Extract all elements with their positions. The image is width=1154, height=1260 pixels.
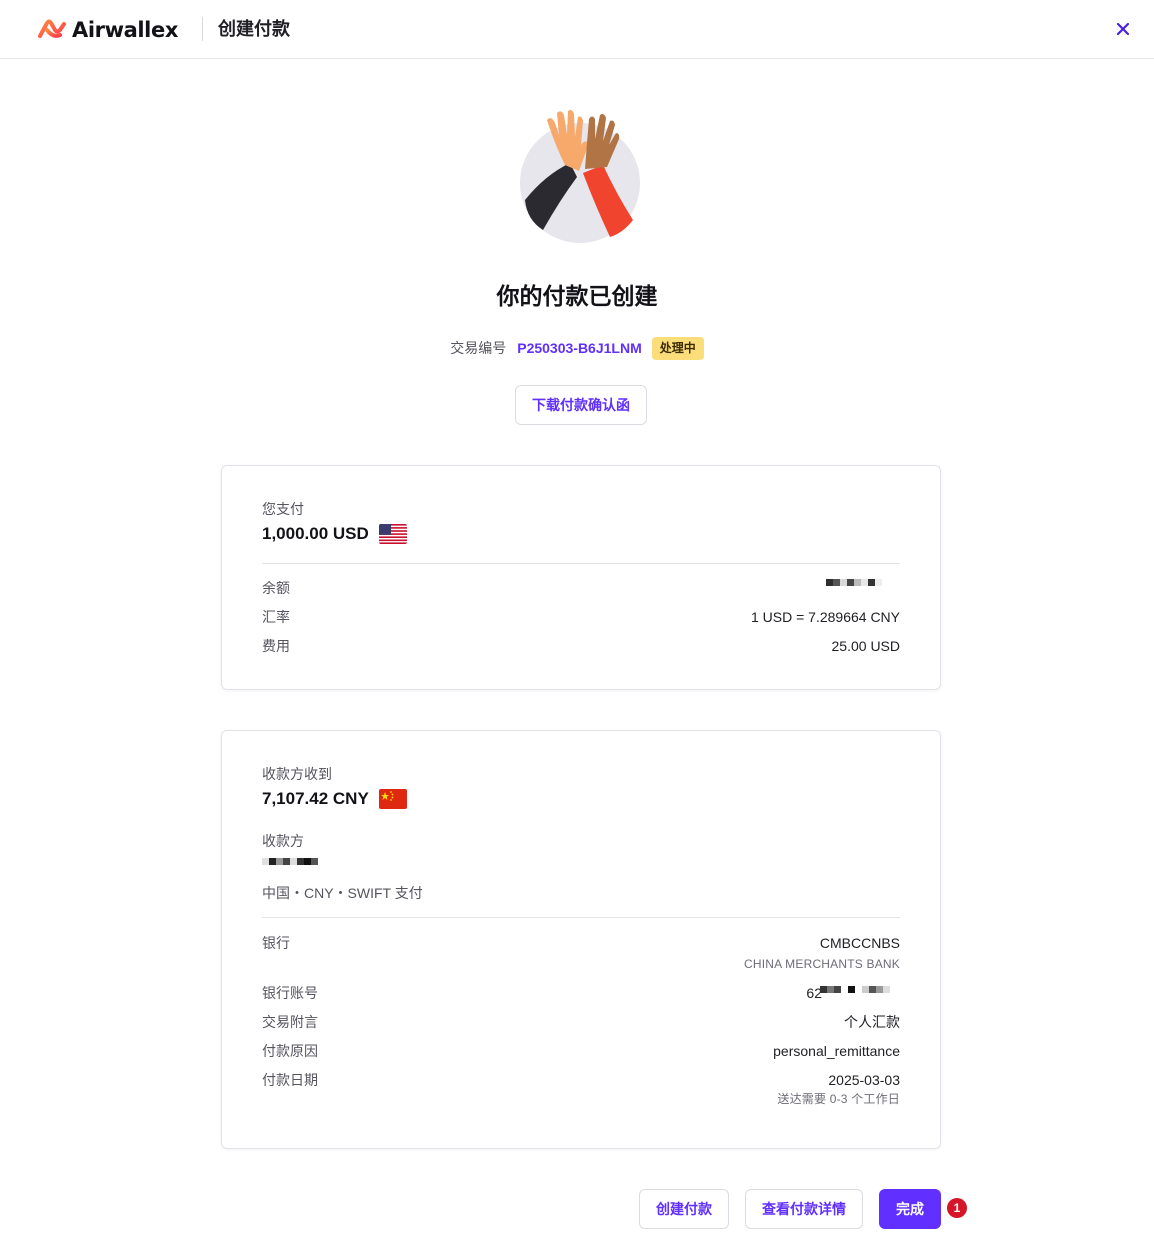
app-header: Airwallex 创建付款	[0, 0, 1154, 59]
page-title: 创建付款	[218, 19, 290, 39]
recipient-amount: 7,107.42 CNY	[262, 789, 369, 808]
exchange-rate-value: 1 USD = 7.289664 CNY	[750, 609, 900, 625]
view-payment-details-button[interactable]: 查看付款详情	[745, 1189, 863, 1229]
balance-value-redacted	[826, 579, 896, 593]
memo-value: 个人汇款	[844, 1014, 900, 1030]
fee-label: 费用	[262, 638, 290, 654]
bank-code: CMBCCNBS	[819, 935, 900, 951]
success-title: 你的付款已创建	[496, 283, 658, 309]
recipient-card: 收款方收到 7,107.42 CNY 收款方 中国・CNY・SWIFT 支付 银…	[221, 730, 941, 1149]
airwallex-logo[interactable]: Airwallex	[38, 16, 178, 44]
account-number-label: 银行账号	[262, 985, 318, 1001]
payee-method: 中国・CNY・SWIFT 支付	[262, 885, 423, 901]
done-button[interactable]: 完成	[879, 1189, 941, 1229]
bank-name: CHINA MERCHANTS BANK	[743, 957, 900, 971]
download-confirmation-button[interactable]: 下载付款确认函	[515, 385, 647, 425]
you-pay-label: 您支付	[262, 501, 304, 517]
exchange-rate-label: 汇率	[262, 609, 290, 625]
recipient-receives-label: 收款方收到	[262, 766, 332, 782]
close-button[interactable]	[1112, 18, 1134, 40]
payment-date-value: 2025-03-03	[828, 1072, 900, 1088]
brand-name: Airwallex	[72, 18, 178, 42]
memo-label: 交易附言	[262, 1014, 318, 1030]
recipient-amount-row: 7,107.42 CNY	[262, 788, 407, 810]
transaction-row: 交易编号 P250303-B6J1LNM 处理中	[0, 336, 1154, 360]
balance-label: 余额	[262, 580, 290, 596]
transaction-id-label: 交易编号	[450, 340, 507, 356]
create-payment-button[interactable]: 创建付款	[639, 1189, 729, 1229]
airwallex-logo-icon	[38, 19, 66, 38]
status-badge: 处理中	[651, 336, 704, 360]
payment-date-label: 付款日期	[262, 1072, 318, 1088]
reason-value: personal_remittance	[773, 1043, 900, 1059]
header-divider	[202, 17, 203, 41]
close-icon	[1116, 22, 1130, 36]
transaction-id-link[interactable]: P250303-B6J1LNM	[517, 340, 642, 356]
us-flag-icon	[378, 524, 407, 544]
account-number-redacted	[820, 986, 896, 1000]
divider	[262, 563, 900, 564]
reason-label: 付款原因	[262, 1043, 318, 1059]
bank-label: 银行	[262, 935, 290, 951]
you-pay-card: 您支付 1,000.00 USD 余额 汇率 1 USD = 7.289664 …	[221, 465, 941, 690]
payee-name-redacted	[262, 858, 318, 872]
you-pay-amount-row: 1,000.00 USD	[262, 523, 407, 545]
you-pay-amount: 1,000.00 USD	[262, 524, 369, 543]
payee-label: 收款方	[262, 833, 304, 849]
notification-badge: 1	[947, 1198, 967, 1218]
high-five-icon	[520, 110, 640, 243]
divider	[262, 917, 900, 918]
delivery-note: 送达需要 0-3 个工作日	[777, 1092, 900, 1106]
cn-flag-icon	[378, 789, 407, 809]
fee-value: 25.00 USD	[831, 638, 900, 654]
